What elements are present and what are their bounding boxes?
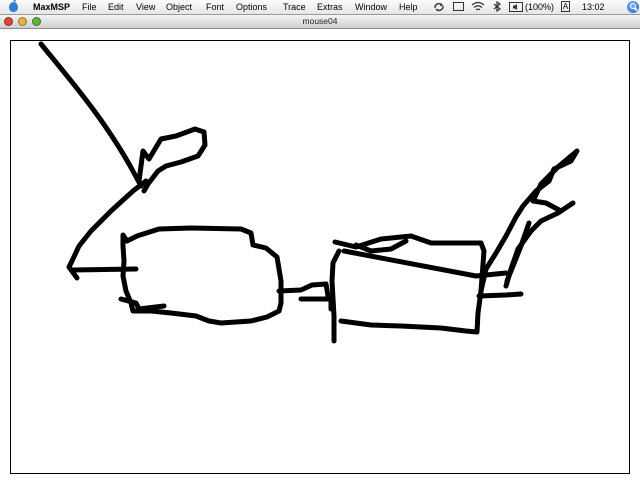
stroke-arm [70, 266, 139, 273]
bluetooth-icon[interactable] [491, 1, 503, 12]
stroke-left-edge [66, 178, 149, 281]
menu-edit[interactable]: Edit [108, 1, 124, 13]
menu-trace[interactable]: Trace [283, 1, 306, 13]
menu-options[interactable]: Options [236, 1, 267, 13]
display-icon[interactable] [453, 2, 464, 11]
spotlight-icon[interactable] [627, 1, 639, 13]
menu-object[interactable]: Object [166, 1, 192, 13]
stroke-right-lens-top [332, 233, 487, 335]
stroke-right-tail [476, 291, 524, 299]
battery-icon[interactable]: (100%) [525, 1, 554, 13]
input-menu-icon[interactable]: A [561, 1, 570, 12]
sync-icon[interactable] [433, 2, 445, 12]
drawing-canvas[interactable] [10, 40, 630, 474]
apple-icon[interactable] [9, 0, 18, 12]
stroke-left-lens-bottom [118, 296, 167, 312]
menu-view[interactable]: View [136, 1, 155, 13]
window-title: mouse04 [302, 16, 338, 26]
menu-extras[interactable]: Extras [317, 1, 343, 13]
menu-window[interactable]: Window [355, 1, 387, 13]
stroke-right-lens [329, 248, 342, 344]
menu-font[interactable]: Font [206, 1, 224, 13]
menu-app-name[interactable]: MaxMSP [33, 1, 70, 13]
stroke-ear [136, 126, 208, 194]
wifi-icon[interactable] [471, 1, 485, 12]
stroke-diagonal [38, 41, 144, 189]
freehand-drawing [38, 41, 580, 344]
clock[interactable]: 13:02 [582, 1, 605, 13]
menu-help[interactable]: Help [399, 1, 418, 13]
window-content [0, 29, 640, 480]
window-title-bar[interactable]: mouse04 [0, 15, 640, 29]
menu-file[interactable]: File [82, 1, 97, 13]
volume-icon[interactable] [509, 2, 523, 12]
menu-bar: MaxMSP File Edit View Object Font Option… [0, 0, 640, 15]
